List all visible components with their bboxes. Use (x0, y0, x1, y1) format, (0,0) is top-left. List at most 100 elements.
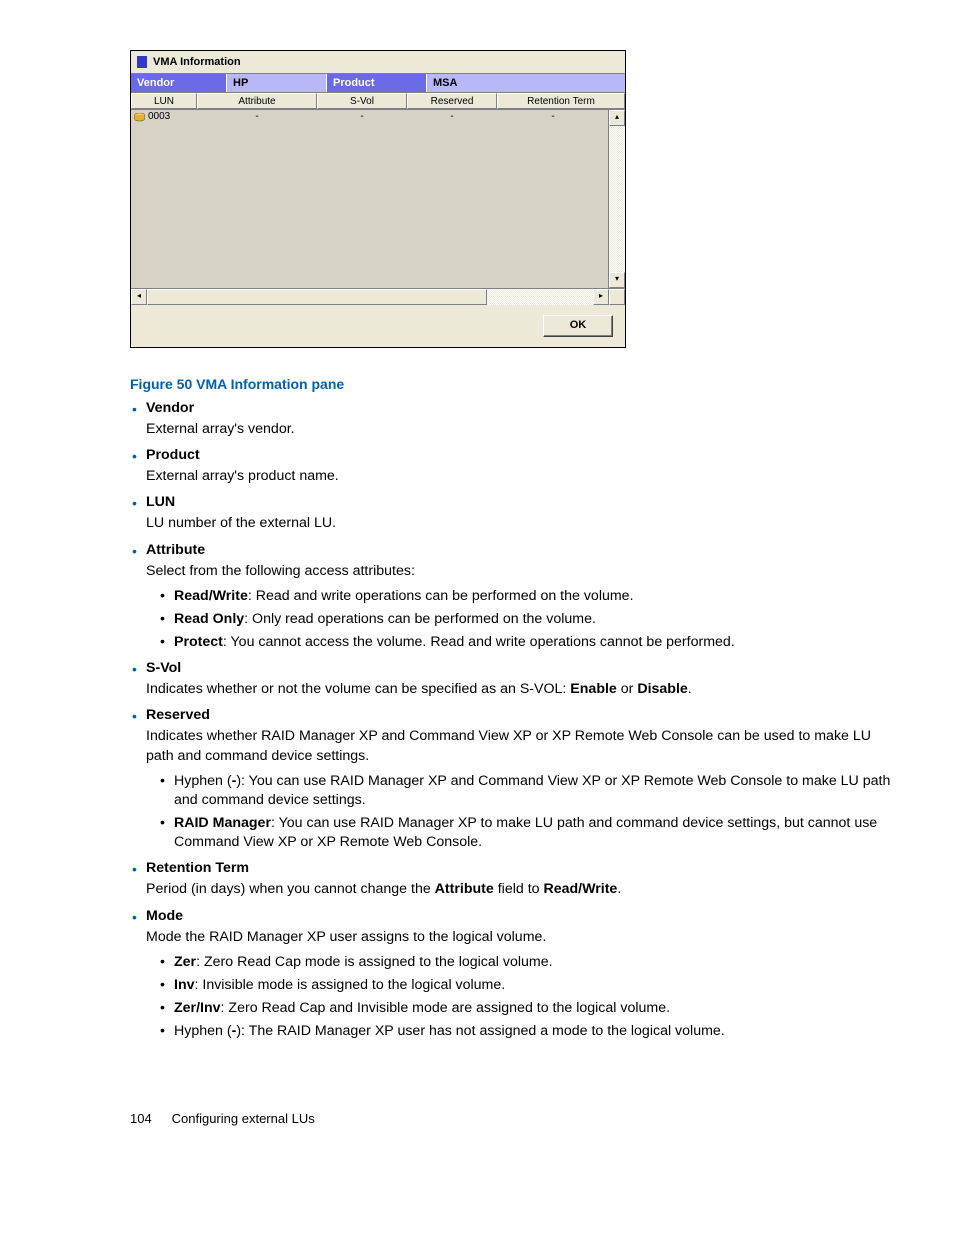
term-svol: S-Vol (146, 660, 891, 676)
text: ): You can use RAID Manager XP and Comma… (174, 773, 890, 808)
col-svol[interactable]: S-Vol (317, 93, 407, 109)
col-retention[interactable]: Retention Term (497, 93, 625, 109)
text-bold: Attribute (435, 881, 494, 897)
list-item: Read/Write: Read and write operations ca… (174, 587, 891, 606)
term-zerinv: Zer/Inv (174, 1000, 221, 1016)
list-item: Retention Term Period (in days) when you… (146, 860, 891, 899)
list-item: Reserved Indicates whether RAID Manager … (146, 707, 891, 852)
term-readwrite: Read/Write (174, 588, 248, 604)
col-lun[interactable]: LUN (131, 93, 197, 109)
cell-svol: - (317, 110, 407, 124)
text: ): The RAID Manager XP user has not assi… (236, 1023, 724, 1039)
pane-title: VMA Information (153, 56, 241, 68)
product-value: MSA (427, 74, 625, 92)
text: Period (in days) when you cannot change … (146, 881, 435, 897)
desc-reserved: Indicates whether RAID Manager XP and Co… (146, 727, 891, 765)
term-product: Product (146, 447, 891, 463)
table-header-row: LUN Attribute S-Vol Reserved Retention T… (131, 93, 625, 109)
list-item: Zer: Zero Read Cap mode is assigned to t… (174, 953, 891, 972)
desc-retention: Period (in days) when you cannot change … (146, 880, 891, 899)
scroll-up-button[interactable]: ▴ (609, 110, 625, 126)
desc-protect: : You cannot access the volume. Read and… (223, 634, 735, 650)
list-item: RAID Manager: You can use RAID Manager X… (174, 814, 891, 852)
cell-lun-text: 0003 (148, 110, 170, 124)
scroll-down-button[interactable]: ▾ (609, 272, 625, 288)
footer-title: Configuring external LUs (172, 1111, 315, 1126)
list-item: S-Vol Indicates whether or not the volum… (146, 660, 891, 699)
pane-header-row: Vendor HP Product MSA (131, 73, 625, 93)
table-body: 0003 - - - - ▴ ▾ (131, 109, 625, 288)
text: Hyphen ( (174, 773, 232, 789)
product-label: Product (327, 74, 427, 92)
disk-icon (134, 113, 145, 122)
term-mode: Mode (146, 908, 891, 924)
vertical-scrollbar[interactable]: ▴ ▾ (608, 110, 625, 288)
text: Hyphen ( (174, 1023, 232, 1039)
scroll-left-button[interactable]: ◂ (131, 289, 147, 305)
text: field to (494, 881, 544, 897)
scroll-thumb[interactable] (147, 289, 487, 305)
vendor-label: Vendor (131, 74, 227, 92)
cell-attribute: - (197, 110, 317, 124)
desc-readwrite: : Read and write operations can be perfo… (248, 588, 634, 604)
term-retention: Retention Term (146, 860, 891, 876)
list-item: Mode Mode the RAID Manager XP user assig… (146, 908, 891, 1042)
term-reserved: Reserved (146, 707, 891, 723)
desc-inv: : Invisible mode is assigned to the logi… (195, 977, 506, 993)
figure-caption: Figure 50 VMA Information pane (130, 376, 891, 392)
col-reserved[interactable]: Reserved (407, 93, 497, 109)
vma-table: LUN Attribute S-Vol Reserved Retention T… (131, 93, 625, 305)
definition-list: Vendor External array's vendor. Product … (130, 400, 891, 1041)
desc-vendor: External array's vendor. (146, 420, 891, 439)
desc-readonly: : Only read operations can be performed … (244, 611, 596, 627)
text-bold: Disable (637, 681, 687, 697)
text-bold: Read/Write (543, 881, 617, 897)
horizontal-scrollbar[interactable]: ◂ ▸ (131, 288, 625, 305)
sublist-attribute: Read/Write: Read and write operations ca… (146, 587, 891, 653)
desc-lun: LU number of the external LU. (146, 514, 891, 533)
term-vendor: Vendor (146, 400, 891, 416)
list-item: LUN LU number of the external LU. (146, 494, 891, 533)
desc-product: External array's product name. (146, 467, 891, 486)
list-item: Vendor External array's vendor. (146, 400, 891, 439)
pane-title-bar: VMA Information (131, 51, 625, 73)
text: . (688, 681, 692, 697)
term-attribute: Attribute (146, 542, 891, 558)
term-lun: LUN (146, 494, 891, 510)
list-item: Attribute Select from the following acce… (146, 542, 891, 653)
text-bold: Enable (570, 681, 617, 697)
desc-svol: Indicates whether or not the volume can … (146, 680, 891, 699)
scrollbar-corner (609, 289, 625, 305)
text: Indicates whether or not the volume can … (146, 681, 570, 697)
text: . (617, 881, 621, 897)
page-footer: 104 Configuring external LUs (130, 1111, 891, 1126)
col-attribute[interactable]: Attribute (197, 93, 317, 109)
ok-button[interactable]: OK (543, 315, 613, 337)
sublist-reserved: Hyphen (-): You can use RAID Manager XP … (146, 772, 891, 853)
desc-zer: : Zero Read Cap mode is assigned to the … (196, 954, 552, 970)
list-item: Zer/Inv: Zero Read Cap and Invisible mod… (174, 999, 891, 1018)
list-item: Protect: You cannot access the volume. R… (174, 633, 891, 652)
text: or (617, 681, 638, 697)
desc-attribute: Select from the following access attribu… (146, 562, 891, 581)
vma-information-pane: VMA Information Vendor HP Product MSA LU… (130, 50, 626, 348)
list-item: Inv: Invisible mode is assigned to the l… (174, 976, 891, 995)
term-protect: Protect (174, 634, 223, 650)
vendor-value: HP (227, 74, 327, 92)
scroll-right-button[interactable]: ▸ (593, 289, 609, 305)
desc-zerinv: : Zero Read Cap and Invisible mode are a… (221, 1000, 671, 1016)
term-raidmanager: RAID Manager (174, 815, 271, 831)
list-item: Read Only: Only read operations can be p… (174, 610, 891, 629)
desc-raidmanager: : You can use RAID Manager XP to make LU… (174, 815, 877, 850)
table-row[interactable]: 0003 - - - - (131, 110, 625, 124)
term-readonly: Read Only (174, 611, 244, 627)
cell-retention: - (497, 110, 625, 124)
sublist-mode: Zer: Zero Read Cap mode is assigned to t… (146, 953, 891, 1042)
page-number: 104 (130, 1111, 168, 1126)
cell-reserved: - (407, 110, 497, 124)
desc-mode: Mode the RAID Manager XP user assigns to… (146, 928, 891, 947)
list-item: Product External array's product name. (146, 447, 891, 486)
list-item: Hyphen (-): The RAID Manager XP user has… (174, 1022, 891, 1041)
pane-title-block-icon (137, 56, 147, 68)
term-inv: Inv (174, 977, 195, 993)
